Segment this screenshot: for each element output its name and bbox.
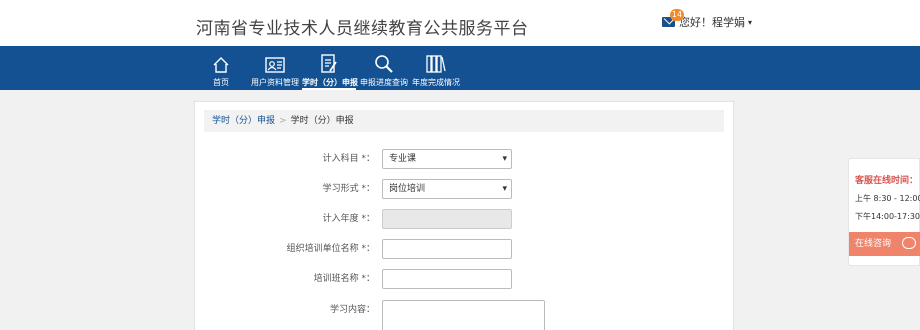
nav-item-annual-completion[interactable]: 年度完成情况 [412, 46, 460, 90]
consult-label: 在线咨询 [855, 239, 892, 249]
subject-select[interactable]: 专业课 [382, 149, 512, 169]
year-label: 计入年度 *： [322, 214, 375, 224]
document-edit-icon [302, 52, 356, 74]
nav-item-progress-query[interactable]: 申报进度查询 [360, 46, 408, 90]
nav-label: 用户资料管理 [251, 78, 299, 87]
user-area: 14 您好！程学娟 ▾ [662, 9, 752, 30]
subject-label: 计入科目 *： [322, 154, 375, 164]
breadcrumb: 学时（分）申报 > 学时（分）申报 [204, 110, 724, 132]
nav-label: 申报进度查询 [360, 78, 408, 87]
home-icon [204, 52, 238, 74]
mail-icon[interactable]: 14 [662, 9, 684, 27]
search-icon [360, 52, 408, 74]
breadcrumb-separator: > [279, 116, 287, 126]
chat-bubble-icon [902, 237, 916, 249]
nav-label: 首页 [213, 78, 229, 87]
form-row-class: 培训班名称 *： [195, 269, 735, 289]
form-row-year: 计入年度 *： [195, 209, 735, 229]
form-row-org: 组织培训单位名称 *： [195, 239, 735, 259]
org-name-input[interactable] [382, 239, 512, 259]
profile-card-icon [250, 52, 300, 74]
service-title: 客服在线时间： [855, 176, 919, 186]
year-field [382, 209, 512, 229]
content-textarea[interactable] [382, 300, 545, 330]
site-title: 河南省专业技术人员继续教育公共服务平台 [196, 19, 529, 39]
nav-item-profile[interactable]: 用户资料管理 [250, 46, 300, 90]
study-form-label: 学习形式 *： [322, 184, 375, 194]
breadcrumb-current: 学时（分）申报 [290, 116, 354, 126]
content-label: 学习内容： [329, 305, 375, 315]
class-name-input[interactable] [382, 269, 512, 289]
study-form-select[interactable]: 岗位培训 [382, 179, 512, 199]
main-nav: 首页 用户资料管理 学时（分）申报 申报进度查询 年度完成情况 [0, 46, 920, 90]
nav-label: 年度完成情况 [412, 78, 460, 87]
form-row-content: 学习内容： [195, 300, 735, 330]
service-widget: 客服在线时间： 上午 8:30 - 12:00 下午14:00-17:30 在线… [848, 158, 920, 266]
nav-label: 学时（分）申报 [302, 78, 358, 87]
org-label: 组织培训单位名称 *： [286, 244, 375, 254]
breadcrumb-link[interactable]: 学时（分）申报 [212, 116, 275, 126]
user-greeting[interactable]: 您好！程学娟 [679, 14, 745, 30]
nav-item-home[interactable]: 首页 [204, 46, 238, 90]
mail-count-badge: 14 [670, 9, 684, 21]
chevron-down-icon[interactable]: ▾ [748, 18, 752, 27]
form-row-study-form: 学习形式 *： 岗位培训 [195, 179, 735, 199]
service-hours-afternoon: 下午14:00-17:30 [855, 212, 920, 221]
books-icon [412, 52, 460, 74]
form-panel: 学时（分）申报>学时（分）申报 计入科目 *： 专业课 学习形式 *： 岗位培训… [194, 101, 734, 330]
nav-item-credit-declare[interactable]: 学时（分）申报 [302, 46, 358, 90]
service-hours-morning: 上午 8:30 - 12:00 [855, 194, 920, 203]
online-consult-button[interactable]: 在线咨询 [849, 232, 920, 256]
form-row-subject: 计入科目 *： 专业课 [195, 149, 735, 169]
top-header: 河南省专业技术人员继续教育公共服务平台 14 您好！程学娟 ▾ [0, 0, 920, 46]
class-label: 培训班名称 *： [313, 274, 375, 284]
